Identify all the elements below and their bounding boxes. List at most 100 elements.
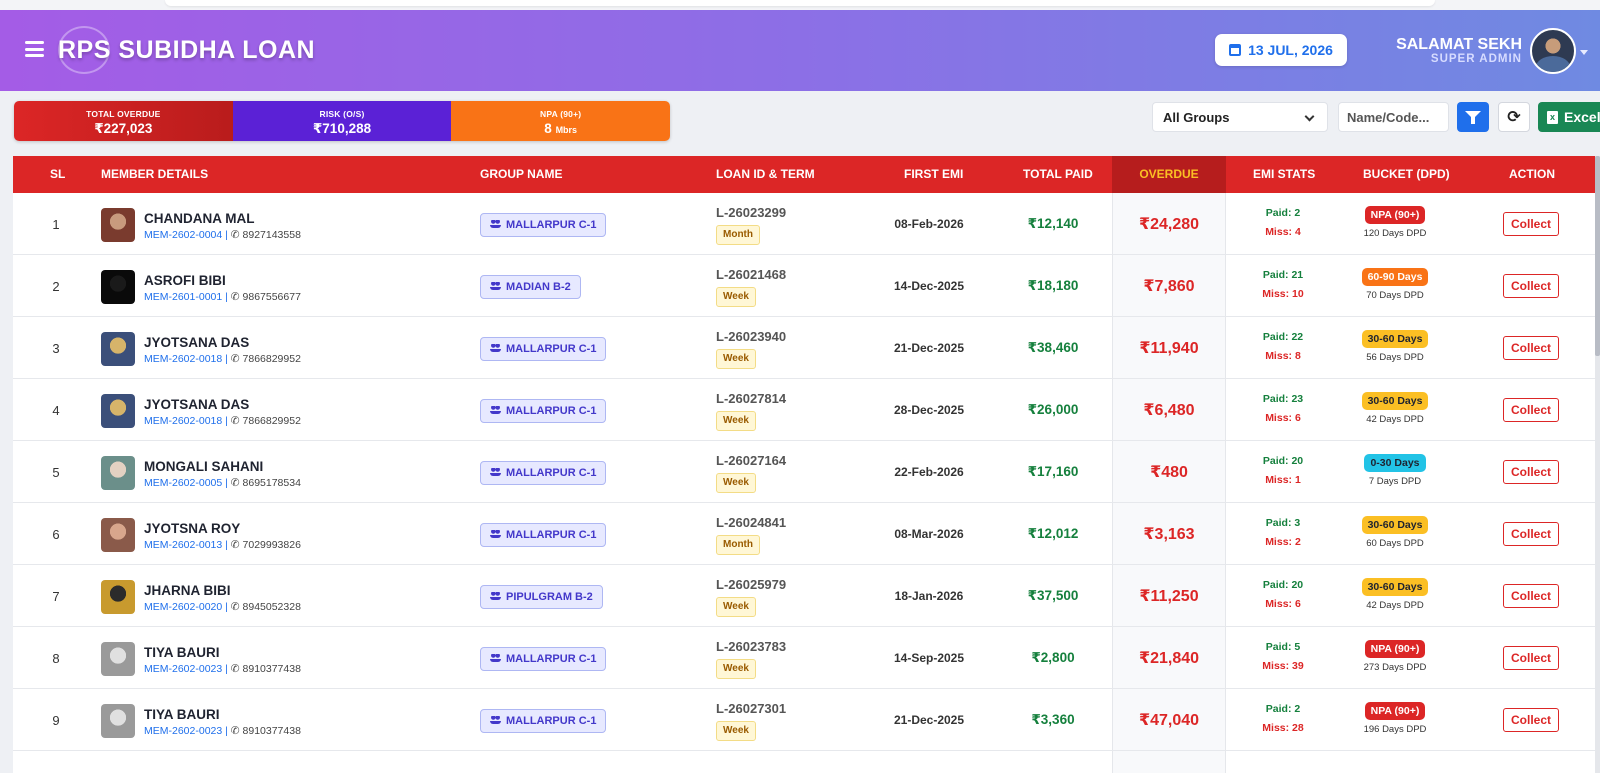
member-photo[interactable] bbox=[101, 642, 135, 676]
collect-button[interactable]: Collect bbox=[1503, 460, 1559, 484]
filter-button[interactable] bbox=[1457, 102, 1489, 132]
table-row[interactable]: 3 JYOTSANA DAS MEM-2602-0018 | ✆ 786682995… bbox=[13, 317, 1600, 379]
member-code[interactable]: MEM-2602-0005 bbox=[144, 477, 222, 489]
table-row[interactable]: 7 JHARNA BIBI MEM-2602-0020 | ✆ 8945052328… bbox=[13, 565, 1600, 627]
row-sl: 9 bbox=[52, 713, 60, 728]
collect-button[interactable]: Collect bbox=[1503, 398, 1559, 422]
excel-export-button[interactable]: x Excel bbox=[1538, 102, 1600, 132]
col-loan[interactable]: LOAN ID & TERM bbox=[716, 156, 815, 193]
member-code[interactable]: MEM-2602-0023 bbox=[144, 725, 222, 737]
group-badge[interactable]: MALLARPUR C-1 bbox=[480, 709, 607, 733]
member-code[interactable]: MEM-2602-0023 bbox=[144, 663, 222, 675]
total-paid: ₹37,500 bbox=[1027, 588, 1079, 603]
table-row[interactable]: 1 CHANDANA MAL MEM-2602-0004 | ✆ 892714355… bbox=[13, 193, 1600, 255]
collect-button[interactable]: Collect bbox=[1503, 212, 1559, 236]
menu-icon[interactable] bbox=[25, 41, 44, 57]
member-code[interactable]: MEM-2602-0004 bbox=[144, 229, 222, 241]
member-name[interactable]: JYOTSANA DAS bbox=[144, 397, 249, 412]
refresh-button[interactable]: ⟳ bbox=[1498, 102, 1530, 132]
member-phone[interactable]: 8927143558 bbox=[243, 229, 301, 241]
group-name: PIPULGRAM B-2 bbox=[506, 591, 593, 603]
col-member[interactable]: MEMBER DETAILS bbox=[101, 156, 208, 193]
group-badge[interactable]: MALLARPUR C-1 bbox=[480, 647, 607, 671]
col-total-paid[interactable]: TOTAL PAID bbox=[1023, 156, 1093, 193]
col-action[interactable]: ACTION bbox=[1509, 156, 1555, 193]
member-phone[interactable]: 8910377438 bbox=[243, 663, 301, 675]
member-photo[interactable] bbox=[101, 332, 135, 366]
col-emi-stats[interactable]: EMI STATS bbox=[1253, 156, 1315, 193]
member-code[interactable]: MEM-2601-0001 bbox=[144, 291, 222, 303]
app-title[interactable]: RPS SUBIDHA LOAN bbox=[58, 36, 315, 65]
table-row[interactable]: 5 MONGALI SAHANI MEM-2602-0005 | ✆ 8695178… bbox=[13, 441, 1600, 503]
col-sl[interactable]: SL bbox=[50, 156, 65, 193]
loan-term-badge: Week bbox=[716, 349, 756, 369]
table-row[interactable]: 4 JYOTSANA DAS MEM-2602-0018 | ✆ 786682995… bbox=[13, 379, 1600, 441]
collect-button[interactable]: Collect bbox=[1503, 708, 1559, 732]
loan-id[interactable]: L-26027164 bbox=[716, 453, 786, 468]
table-row[interactable]: 8 TIYA BAURI MEM-2602-0023 | ✆ 8910377438 M… bbox=[13, 627, 1600, 689]
member-phone[interactable]: 7866829952 bbox=[243, 353, 301, 365]
member-code[interactable]: MEM-2602-0013 bbox=[144, 539, 222, 551]
group-badge[interactable]: MALLARPUR C-1 bbox=[480, 213, 607, 237]
member-code[interactable]: MEM-2602-0018 bbox=[144, 353, 222, 365]
group-badge[interactable]: MADIAN B-2 bbox=[480, 275, 581, 299]
table-row[interactable]: 2 ASROFI BIBI MEM-2601-0001 | ✆ 9867556677… bbox=[13, 255, 1600, 317]
date-button[interactable]: 13 JUL, 2026 bbox=[1215, 34, 1347, 66]
loan-id[interactable]: L-26023783 bbox=[716, 639, 786, 654]
collect-button[interactable]: Collect bbox=[1503, 522, 1559, 546]
member-code[interactable]: MEM-2602-0018 bbox=[144, 415, 222, 427]
table-row[interactable]: 6 JYOTSNA ROY MEM-2602-0013 | ✆ 7029993826… bbox=[13, 503, 1600, 565]
user-name[interactable]: SALAMAT SEKH bbox=[1396, 36, 1522, 54]
collect-button[interactable]: Collect bbox=[1503, 336, 1559, 360]
scrollbar[interactable] bbox=[1595, 156, 1600, 773]
member-photo[interactable] bbox=[101, 704, 135, 738]
member-photo[interactable] bbox=[101, 580, 135, 614]
col-first-emi[interactable]: FIRST EMI bbox=[904, 156, 963, 193]
group-select[interactable]: All Groups bbox=[1152, 102, 1328, 132]
collect-button[interactable]: Collect bbox=[1503, 274, 1559, 298]
loan-id[interactable]: L-26024841 bbox=[716, 515, 786, 530]
member-photo[interactable] bbox=[101, 270, 135, 304]
loan-id[interactable]: L-26027301 bbox=[716, 701, 786, 716]
member-name[interactable]: ASROFI BIBI bbox=[144, 273, 226, 288]
group-badge[interactable]: MALLARPUR C-1 bbox=[480, 523, 607, 547]
loan-id[interactable]: L-26025979 bbox=[716, 577, 786, 592]
member-phone[interactable]: 7029993826 bbox=[243, 539, 301, 551]
collect-button[interactable]: Collect bbox=[1503, 584, 1559, 608]
member-phone[interactable]: 8910377438 bbox=[243, 725, 301, 737]
bucket-cell: NPA (90+) 196 Days DPD bbox=[1350, 701, 1440, 735]
loan-id[interactable]: L-26027814 bbox=[716, 391, 786, 406]
member-photo[interactable] bbox=[101, 456, 135, 490]
chevron-down-icon[interactable] bbox=[1580, 50, 1588, 55]
member-name[interactable]: CHANDANA MAL bbox=[144, 211, 255, 226]
member-name[interactable]: JYOTSANA DAS bbox=[144, 335, 249, 350]
user-avatar[interactable] bbox=[1530, 28, 1576, 74]
member-name[interactable]: MONGALI SAHANI bbox=[144, 459, 263, 474]
group-name: MALLARPUR C-1 bbox=[506, 343, 597, 355]
search-input[interactable] bbox=[1338, 102, 1449, 132]
member-name[interactable]: TIYA BAURI bbox=[144, 645, 220, 660]
member-name[interactable]: JYOTSNA ROY bbox=[144, 521, 240, 536]
member-name[interactable]: TIYA BAURI bbox=[144, 707, 220, 722]
loan-id[interactable]: L-26021468 bbox=[716, 267, 786, 282]
member-name[interactable]: JHARNA BIBI bbox=[144, 583, 231, 598]
col-group[interactable]: GROUP NAME bbox=[480, 156, 562, 193]
collect-button[interactable]: Collect bbox=[1503, 646, 1559, 670]
member-phone[interactable]: 7866829952 bbox=[243, 415, 301, 427]
group-badge[interactable]: MALLARPUR C-1 bbox=[480, 461, 607, 485]
loan-id[interactable]: L-26023299 bbox=[716, 205, 786, 220]
member-phone[interactable]: 8945052328 bbox=[243, 601, 301, 613]
group-badge[interactable]: PIPULGRAM B-2 bbox=[480, 585, 603, 609]
table-row[interactable]: 9 TIYA BAURI MEM-2602-0023 | ✆ 8910377438 M… bbox=[13, 689, 1600, 751]
col-bucket[interactable]: BUCKET (DPD) bbox=[1363, 156, 1450, 193]
member-photo[interactable] bbox=[101, 208, 135, 242]
group-badge[interactable]: MALLARPUR C-1 bbox=[480, 337, 607, 361]
member-photo[interactable] bbox=[101, 518, 135, 552]
loan-id[interactable]: L-26023940 bbox=[716, 329, 786, 344]
group-badge[interactable]: MALLARPUR C-1 bbox=[480, 399, 607, 423]
col-overdue[interactable]: OVERDUE bbox=[1112, 156, 1226, 193]
member-photo[interactable] bbox=[101, 394, 135, 428]
member-code[interactable]: MEM-2602-0020 bbox=[144, 601, 222, 613]
member-phone[interactable]: 8695178534 bbox=[243, 477, 301, 489]
member-phone[interactable]: 9867556677 bbox=[243, 291, 301, 303]
